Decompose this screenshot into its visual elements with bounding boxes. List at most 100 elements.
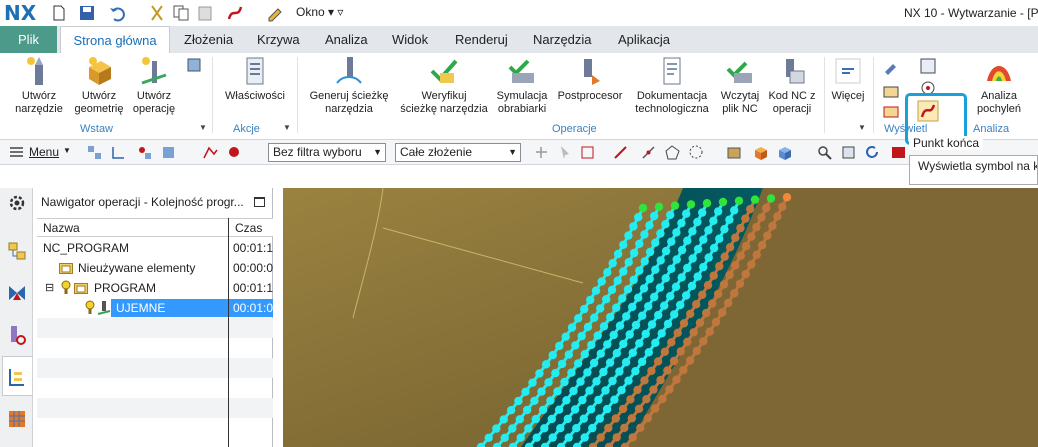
tab-krzywa[interactable]: Krzywa (257, 26, 300, 53)
curve-icon[interactable] (226, 4, 244, 22)
generate-toolpath-button[interactable]: Generuj ścieżkę narzędzia (305, 55, 393, 116)
row-time: 00:00:00 (233, 261, 273, 275)
group-separator (824, 57, 825, 133)
undo-icon[interactable] (108, 4, 126, 22)
op-filter-icon[interactable] (202, 144, 219, 161)
display-brush-icon[interactable] (882, 57, 900, 75)
display-hatch-icon[interactable] (882, 83, 900, 101)
pointer-icon[interactable] (557, 144, 574, 161)
verify-toolpath-button[interactable]: Weryfikuj ścieżkę narzędzia (395, 55, 493, 116)
tab-renderuj[interactable]: Renderuj (455, 26, 508, 53)
settings-gear-icon[interactable] (6, 192, 28, 214)
maximize-icon[interactable] (254, 197, 265, 207)
select-feature-icon[interactable] (136, 144, 153, 161)
tab-strona-glowna[interactable]: Strona główna (60, 26, 170, 53)
toolpath-point (608, 259, 617, 268)
toolpath-point (666, 292, 675, 301)
create-tool-button[interactable]: Utwórz narzędzie (10, 55, 68, 116)
tree-row-unused-items[interactable]: Nieużywane elementy 00:00:00 (37, 258, 273, 278)
refresh-icon[interactable] (864, 144, 881, 161)
menu-button[interactable]: Menu (29, 145, 59, 159)
cut-icon[interactable] (148, 4, 166, 22)
tab-widok[interactable]: Widok (392, 26, 428, 53)
paste-icon[interactable] (196, 4, 214, 22)
tree-row-program[interactable]: ⊟ PROGRAM 00:01:19 (37, 278, 273, 298)
edit-object-icon[interactable] (266, 4, 284, 22)
save-icon[interactable] (78, 4, 96, 22)
create-geometry-button[interactable]: Utwórz geometrię (70, 55, 128, 116)
display-window-icon[interactable] (919, 57, 937, 75)
toolpath-point (645, 221, 654, 230)
graphics-viewport[interactable] (283, 188, 1038, 447)
tab-zlozenia[interactable]: Złożenia (184, 26, 233, 53)
menu-dropdown-arrow[interactable]: ▼ (63, 146, 71, 155)
point-snap-icon[interactable] (579, 144, 596, 161)
select-tool-icon[interactable] (86, 144, 103, 161)
toolpath-point (773, 212, 782, 221)
tree-row-ujemne[interactable]: UJEMNE 00:01:07 (37, 298, 273, 318)
fit-icon[interactable] (840, 144, 857, 161)
toolpath-point (673, 328, 682, 337)
copy-icon[interactable] (172, 4, 190, 22)
shop-documentation-button[interactable]: Dokumentacja technologiczna (630, 55, 714, 116)
insert-small-icon[interactable] (186, 57, 202, 73)
toolpath-point (656, 256, 665, 265)
operation-navigator-icon[interactable] (6, 366, 28, 388)
select-body-icon[interactable] (160, 144, 177, 161)
toolpath-point (617, 386, 626, 395)
collapse-toggle[interactable]: ⊟ (45, 278, 54, 298)
toolpath-point (540, 424, 549, 433)
layout-icon[interactable] (890, 144, 907, 161)
group-akcje-expand[interactable]: ▼ (283, 123, 291, 132)
tab-narzedzia[interactable]: Narzędzia (533, 26, 592, 53)
create-operation-button[interactable]: Utwórz operację (128, 55, 180, 116)
assembly-scope-dropdown[interactable]: Całe złożenie ▼ (395, 143, 521, 162)
toolpath-point (661, 246, 671, 256)
toolpath-point (638, 311, 647, 320)
library-navigator-icon[interactable] (6, 408, 28, 430)
group-wstaw-expand[interactable]: ▼ (199, 123, 207, 132)
snap-icon[interactable] (533, 144, 550, 161)
tab-analiza[interactable]: Analiza (325, 26, 368, 53)
selection-filter-dropdown[interactable]: Bez filtra wyboru ▼ (268, 143, 386, 162)
toolpath-point (672, 375, 681, 384)
postprocessor-button[interactable]: Postprocesor (553, 55, 627, 103)
display-hatch2-icon[interactable] (882, 103, 900, 121)
toolpath-point (709, 243, 719, 253)
constraint-navigator-icon[interactable] (6, 282, 28, 304)
toolpath-point (682, 209, 691, 218)
select-tree-icon[interactable] (110, 144, 127, 161)
tree-row-nc-program[interactable]: NC_PROGRAM 00:01:19 (37, 238, 273, 258)
midpoint-snap-icon[interactable] (640, 144, 657, 161)
shaded-view-icon[interactable] (726, 144, 743, 161)
more-button[interactable]: Więcej (828, 55, 868, 103)
toolpath-point (506, 406, 516, 415)
cube-view-icon[interactable] (776, 144, 793, 161)
machine-tool-navigator-icon[interactable] (6, 324, 28, 346)
draft-analysis-button[interactable]: Analiza pochyleń (972, 55, 1026, 116)
toolpath-point (714, 289, 723, 299)
lasso-select-icon[interactable] (688, 144, 705, 161)
column-header-time[interactable]: Czas (235, 221, 262, 235)
chevron-down-icon: ▼ (373, 147, 382, 157)
endpoint-snap-icon[interactable] (612, 144, 629, 161)
polygon-select-icon[interactable] (664, 144, 681, 161)
properties-button[interactable]: Właściwości (220, 55, 290, 103)
new-file-icon[interactable] (50, 4, 68, 22)
load-nc-file-button[interactable]: Wczytaj plik NC (716, 55, 764, 116)
zoom-icon[interactable] (816, 144, 833, 161)
nc-code-from-operation-button[interactable]: Kod NC z operacji (766, 55, 818, 116)
assembly-navigator-icon[interactable] (6, 240, 28, 262)
window-menu[interactable]: Okno ▾ ▿ (296, 5, 343, 19)
machine-simulation-button[interactable]: Symulacja obrabiarki (493, 55, 551, 116)
tab-aplikacja[interactable]: Aplikacja (618, 26, 670, 53)
op-filter2-icon[interactable] (226, 144, 243, 161)
orient-view-icon[interactable] (752, 144, 769, 161)
tab-plik[interactable]: Plik (0, 26, 57, 53)
toolpath-point (741, 269, 750, 279)
row-time: 00:01:07 (232, 299, 273, 317)
more-dropdown[interactable]: ▼ (858, 123, 866, 132)
column-divider[interactable] (228, 218, 229, 447)
toolpath-point (596, 349, 605, 358)
column-header-name[interactable]: Nazwa (43, 221, 80, 235)
